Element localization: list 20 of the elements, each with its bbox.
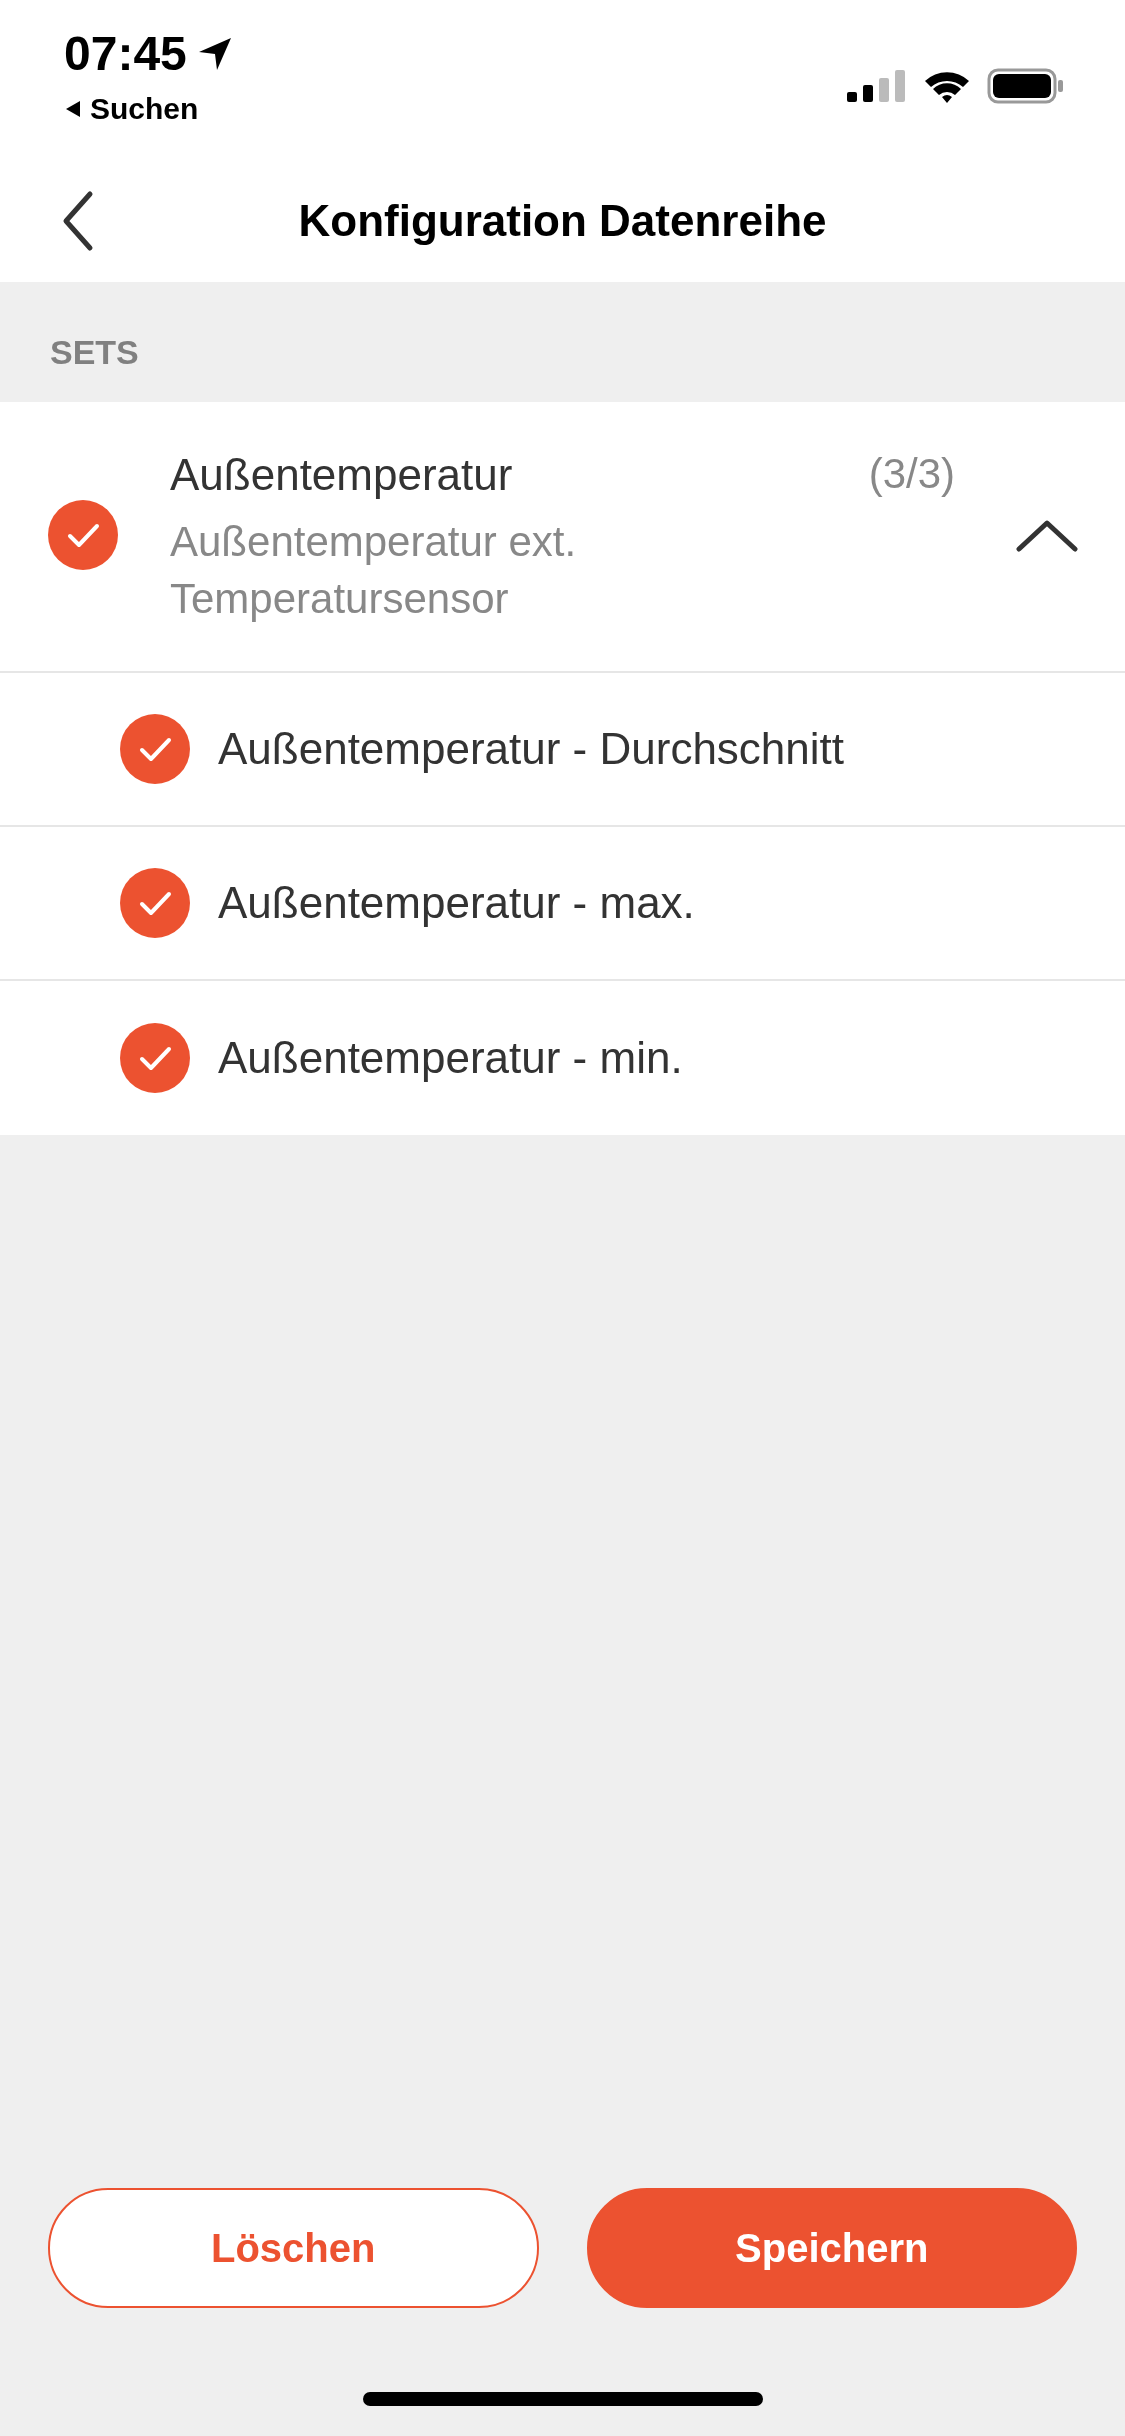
section-header: SETS <box>50 332 139 373</box>
series-label: Außentemperatur - Durchschnitt <box>218 723 845 776</box>
status-time: 07:45 <box>64 30 187 78</box>
series-label: Außentemperatur - max. <box>218 877 695 930</box>
selection-count: (3/3) <box>868 449 955 499</box>
checked-circle-icon[interactable] <box>120 868 190 939</box>
checked-circle-icon[interactable] <box>120 714 190 785</box>
signal-icon <box>847 70 907 102</box>
battery-icon <box>987 68 1065 104</box>
set-title: Außentemperatur <box>170 449 513 501</box>
checked-circle-icon[interactable] <box>120 1023 190 1094</box>
back-to-app-link[interactable]: Suchen <box>64 86 199 131</box>
wifi-icon <box>923 69 971 103</box>
save-button[interactable]: Speichern <box>586 2188 1077 2308</box>
back-triangle-icon <box>64 98 82 119</box>
set-subtitle: Außentemperatur ext. Temperatursensor <box>170 517 578 624</box>
screen-title: Konfiguration Datenreihe <box>298 195 827 247</box>
checked-circle-icon[interactable] <box>48 499 118 570</box>
delete-button[interactable]: Löschen <box>48 2188 539 2308</box>
series-label: Außentemperatur - min. <box>218 1032 683 1085</box>
